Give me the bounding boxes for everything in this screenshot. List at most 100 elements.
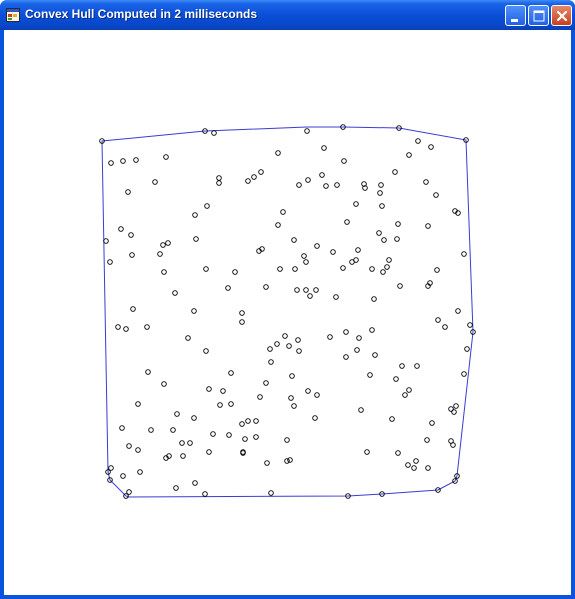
point bbox=[275, 150, 281, 156]
point bbox=[294, 287, 300, 293]
point bbox=[330, 249, 336, 255]
point bbox=[126, 443, 132, 449]
point bbox=[295, 337, 301, 343]
point bbox=[119, 425, 125, 431]
point bbox=[191, 308, 197, 314]
point bbox=[425, 465, 431, 471]
point bbox=[343, 329, 349, 335]
point bbox=[204, 203, 210, 209]
point bbox=[275, 222, 281, 228]
point bbox=[216, 180, 222, 186]
point bbox=[216, 175, 222, 181]
point bbox=[414, 363, 420, 369]
point bbox=[211, 130, 217, 136]
point bbox=[424, 437, 430, 443]
point bbox=[287, 457, 293, 463]
point bbox=[118, 226, 124, 232]
close-button[interactable] bbox=[551, 5, 572, 26]
point bbox=[333, 294, 339, 300]
point bbox=[180, 453, 186, 459]
point bbox=[263, 284, 269, 290]
point bbox=[296, 348, 302, 354]
point bbox=[125, 189, 131, 195]
point bbox=[415, 138, 421, 144]
point bbox=[108, 465, 114, 471]
point bbox=[353, 201, 359, 207]
point bbox=[323, 183, 329, 189]
point bbox=[291, 403, 297, 409]
point bbox=[161, 381, 167, 387]
point bbox=[253, 434, 259, 440]
point bbox=[411, 465, 417, 471]
point bbox=[378, 182, 384, 188]
point bbox=[228, 370, 234, 376]
point bbox=[120, 473, 126, 479]
point bbox=[148, 427, 154, 433]
point bbox=[425, 223, 431, 229]
point bbox=[277, 266, 283, 272]
point bbox=[358, 407, 364, 413]
point bbox=[303, 259, 309, 265]
point bbox=[451, 409, 457, 415]
point bbox=[379, 203, 385, 209]
point bbox=[464, 346, 470, 352]
point bbox=[251, 174, 257, 180]
point bbox=[314, 392, 320, 398]
point bbox=[386, 257, 392, 263]
point bbox=[163, 154, 169, 160]
point bbox=[268, 490, 274, 496]
point bbox=[280, 209, 286, 215]
point-cloud bbox=[99, 124, 476, 499]
point bbox=[103, 238, 109, 244]
point bbox=[115, 324, 121, 330]
point bbox=[128, 232, 134, 238]
point bbox=[395, 450, 401, 456]
point bbox=[245, 418, 251, 424]
point bbox=[203, 348, 209, 354]
point bbox=[268, 359, 274, 365]
point bbox=[172, 290, 178, 296]
point bbox=[402, 392, 408, 398]
point bbox=[380, 269, 386, 275]
point bbox=[267, 346, 273, 352]
point bbox=[253, 418, 259, 424]
point bbox=[450, 442, 456, 448]
point bbox=[349, 259, 355, 265]
point bbox=[384, 264, 390, 270]
app-window: Convex Hull Computed in 2 milliseconds bbox=[0, 0, 575, 599]
point bbox=[179, 440, 185, 446]
point bbox=[187, 440, 193, 446]
point bbox=[239, 310, 245, 316]
maximize-button[interactable] bbox=[528, 5, 549, 26]
point bbox=[455, 308, 461, 314]
point bbox=[376, 230, 382, 236]
minimize-button[interactable] bbox=[505, 5, 526, 26]
point bbox=[355, 247, 361, 253]
point bbox=[206, 449, 212, 455]
app-icon[interactable] bbox=[6, 8, 20, 22]
point bbox=[192, 212, 198, 218]
point bbox=[123, 326, 129, 332]
point bbox=[413, 458, 419, 464]
point bbox=[367, 372, 373, 378]
title-bar[interactable]: Convex Hull Computed in 2 milliseconds bbox=[0, 0, 575, 30]
point bbox=[232, 269, 238, 275]
point bbox=[442, 324, 448, 330]
point bbox=[307, 293, 313, 299]
point bbox=[173, 485, 179, 491]
point bbox=[286, 343, 292, 349]
point bbox=[137, 469, 143, 475]
point bbox=[334, 182, 340, 188]
point bbox=[423, 179, 429, 185]
point bbox=[170, 427, 176, 433]
minimize-icon bbox=[511, 19, 518, 22]
point bbox=[108, 160, 114, 166]
point bbox=[291, 237, 297, 243]
point bbox=[161, 269, 167, 275]
point bbox=[264, 460, 270, 466]
point bbox=[394, 236, 400, 242]
point bbox=[428, 144, 434, 150]
point bbox=[133, 157, 139, 163]
point bbox=[319, 172, 325, 178]
point bbox=[288, 395, 294, 401]
